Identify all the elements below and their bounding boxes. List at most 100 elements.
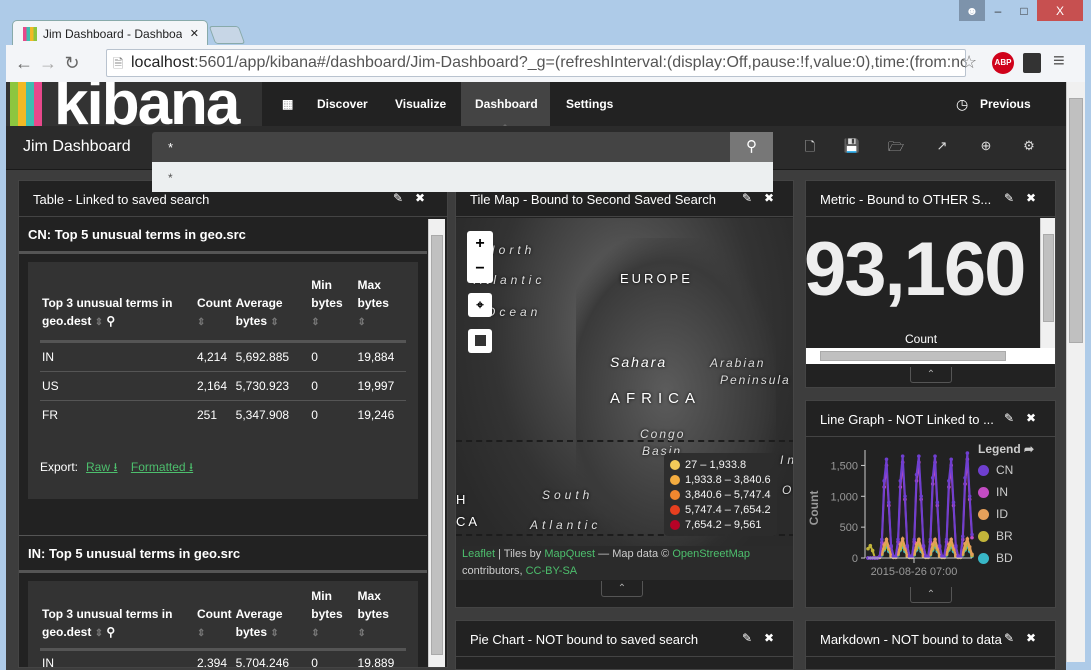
- leaflet-link[interactable]: Leaflet: [462, 548, 495, 560]
- line-chart: 0 500 1,000 1,500 Count 2015-08-26 07:00 imest…: [807, 450, 975, 583]
- col-header-count[interactable]: Count ⇕: [195, 584, 234, 651]
- license-link[interactable]: CC-BY-SA: [526, 565, 578, 577]
- nav-settings[interactable]: Settings: [552, 82, 627, 126]
- nav-visualize[interactable]: Visualize: [381, 82, 460, 126]
- y-axis-label: Count: [807, 491, 821, 526]
- map-canvas[interactable]: North Atlantic Ocean EUROPE Sahara Arabi…: [456, 218, 793, 580]
- page-scrollbar[interactable]: [1066, 82, 1085, 662]
- metric-hscroll[interactable]: [806, 348, 1055, 364]
- add-panel-icon[interactable]: ⊕: [976, 138, 996, 154]
- tab-title: Jim Dashboard - Dashboa: [43, 26, 182, 41]
- dashboard-toolbar: Jim Dashboard * ⚲ * 🗋 💾 🗁 ↗ ⊕ ⚙: [6, 126, 1066, 192]
- maximize-button[interactable]: □: [1011, 0, 1037, 21]
- address-bar[interactable]: 🗎 localhost:5601/app/kibana#/dashboard/Ji…: [106, 49, 966, 77]
- mapquest-link[interactable]: MapQuest: [544, 548, 595, 560]
- data-point-CN: [967, 494, 972, 499]
- collapse-toggle[interactable]: ⌃: [910, 587, 952, 603]
- close-window-button[interactable]: X: [1037, 0, 1083, 21]
- back-icon[interactable]: ←: [12, 53, 36, 74]
- legend-item-BD[interactable]: BD: [978, 547, 1034, 569]
- col-header-term[interactable]: Top 3 unusual terms in geo.dest ⇕ ⚲: [40, 272, 195, 343]
- close-panel-icon[interactable]: ✖: [415, 191, 425, 205]
- menu-icon[interactable]: ≡: [1053, 50, 1065, 73]
- collapse-toggle[interactable]: ⌃: [601, 581, 643, 597]
- tab-close-icon[interactable]: ✕: [190, 27, 199, 40]
- data-point-ID: [965, 537, 970, 541]
- settings-gear-icon[interactable]: ⚙: [1019, 138, 1039, 154]
- forward-icon[interactable]: →: [36, 53, 60, 74]
- data-point-CN: [896, 537, 900, 542]
- collapse-toggle[interactable]: ⌃: [910, 367, 952, 383]
- data-point-CN: [928, 537, 933, 542]
- new-tab-button[interactable]: [208, 26, 246, 44]
- close-panel-icon[interactable]: ✖: [764, 631, 774, 645]
- legend-toggle[interactable]: Legend ➦: [978, 442, 1034, 456]
- extension-icon[interactable]: [1023, 53, 1041, 73]
- edit-pencil-icon[interactable]: ✎: [1004, 191, 1014, 205]
- query-suggestion[interactable]: *: [152, 162, 773, 192]
- legend-label: 5,747.4 – 7,654.2: [685, 503, 771, 516]
- time-picker[interactable]: Previous week: [966, 82, 1066, 155]
- close-panel-icon[interactable]: ✖: [1026, 411, 1036, 425]
- metric-vscroll[interactable]: [1040, 218, 1055, 348]
- minimize-button[interactable]: –: [985, 0, 1011, 21]
- osm-link[interactable]: OpenStreetMap: [672, 548, 750, 560]
- apps-grid-icon[interactable]: ▦: [268, 82, 307, 126]
- data-point-CN: [930, 475, 935, 480]
- share-icon[interactable]: ↗: [932, 138, 952, 154]
- edit-pencil-icon[interactable]: ✎: [742, 631, 752, 645]
- user-icon[interactable]: ☻: [959, 0, 985, 21]
- close-panel-icon[interactable]: ✖: [1026, 191, 1036, 205]
- col-header-avg[interactable]: Average bytes ⇕: [233, 272, 310, 343]
- col-header-count[interactable]: Count ⇕: [195, 272, 234, 343]
- legend-item-CN[interactable]: CN: [978, 459, 1034, 481]
- star-icon[interactable]: ☆: [961, 52, 977, 73]
- edit-pencil-icon[interactable]: ✎: [393, 191, 403, 205]
- col-header-avg[interactable]: Average bytes ⇕: [233, 584, 310, 651]
- adblock-icon[interactable]: ABP: [992, 52, 1014, 74]
- data-point-CN: [912, 537, 917, 542]
- col-header-term[interactable]: Top 3 unusual terms in geo.dest ⇕ ⚲: [40, 584, 195, 651]
- line-graph-panel: Line Graph - NOT Linked to ... ✎ ✖ 0 500 1,…: [805, 400, 1056, 608]
- col-header-max[interactable]: Max bytes ⇕: [355, 584, 406, 651]
- table-scrollbar[interactable]: [428, 219, 445, 667]
- data-point-CN: [937, 543, 942, 548]
- table-row: IN 4,214 5,692.885 0 19,884: [40, 341, 406, 372]
- crop-icon[interactable]: ⌖: [468, 293, 492, 317]
- browser-tab[interactable]: Jim Dashboard - Dashboa ✕: [12, 20, 208, 46]
- data-point-CN: [949, 457, 953, 462]
- kibana-favicon: [23, 26, 37, 41]
- kibana-logo[interactable]: kibana: [6, 82, 262, 126]
- zoom-in-button[interactable]: +: [468, 232, 492, 256]
- close-panel-icon[interactable]: ✖: [1026, 631, 1036, 645]
- export-formatted-link[interactable]: Formatted ⭳: [131, 460, 193, 474]
- map-legend-item: 5,747.4 – 7,654.2: [670, 502, 771, 517]
- export-raw-link[interactable]: Raw ⭳: [86, 460, 118, 474]
- legend-item-IN[interactable]: IN: [978, 481, 1034, 503]
- data-point-CN: [970, 532, 974, 537]
- query-input[interactable]: *: [152, 132, 730, 162]
- legend-label: BR: [996, 529, 1013, 543]
- edit-pencil-icon[interactable]: ✎: [1004, 411, 1014, 425]
- legend-item-ID[interactable]: ID: [978, 503, 1034, 525]
- open-folder-icon[interactable]: 🗁: [886, 138, 906, 160]
- zoom-out-button[interactable]: −: [468, 257, 492, 281]
- search-icon[interactable]: ⚲: [106, 314, 115, 328]
- search-button[interactable]: ⚲: [730, 132, 773, 162]
- edit-pencil-icon[interactable]: ✎: [1004, 631, 1014, 645]
- search-icon[interactable]: ⚲: [106, 625, 115, 639]
- new-dashboard-icon[interactable]: 🗋: [800, 138, 820, 160]
- save-icon[interactable]: 💾: [842, 138, 862, 154]
- col-header-min[interactable]: Min bytes ⇕: [309, 272, 356, 343]
- data-point-ID: [963, 542, 967, 546]
- edit-pencil-icon[interactable]: ✎: [742, 191, 752, 205]
- close-panel-icon[interactable]: ✖: [764, 191, 774, 205]
- data-point-CN: [917, 454, 921, 458]
- col-header-min[interactable]: Min bytes ⇕: [309, 584, 356, 651]
- col-header-max[interactable]: Max bytes ⇕: [355, 272, 406, 343]
- data-point-ID: [900, 537, 905, 541]
- nav-discover[interactable]: Discover: [303, 82, 382, 126]
- draw-rectangle-button[interactable]: [468, 329, 492, 353]
- legend-item-BR[interactable]: BR: [978, 525, 1034, 547]
- reload-icon[interactable]: ↻: [60, 53, 84, 74]
